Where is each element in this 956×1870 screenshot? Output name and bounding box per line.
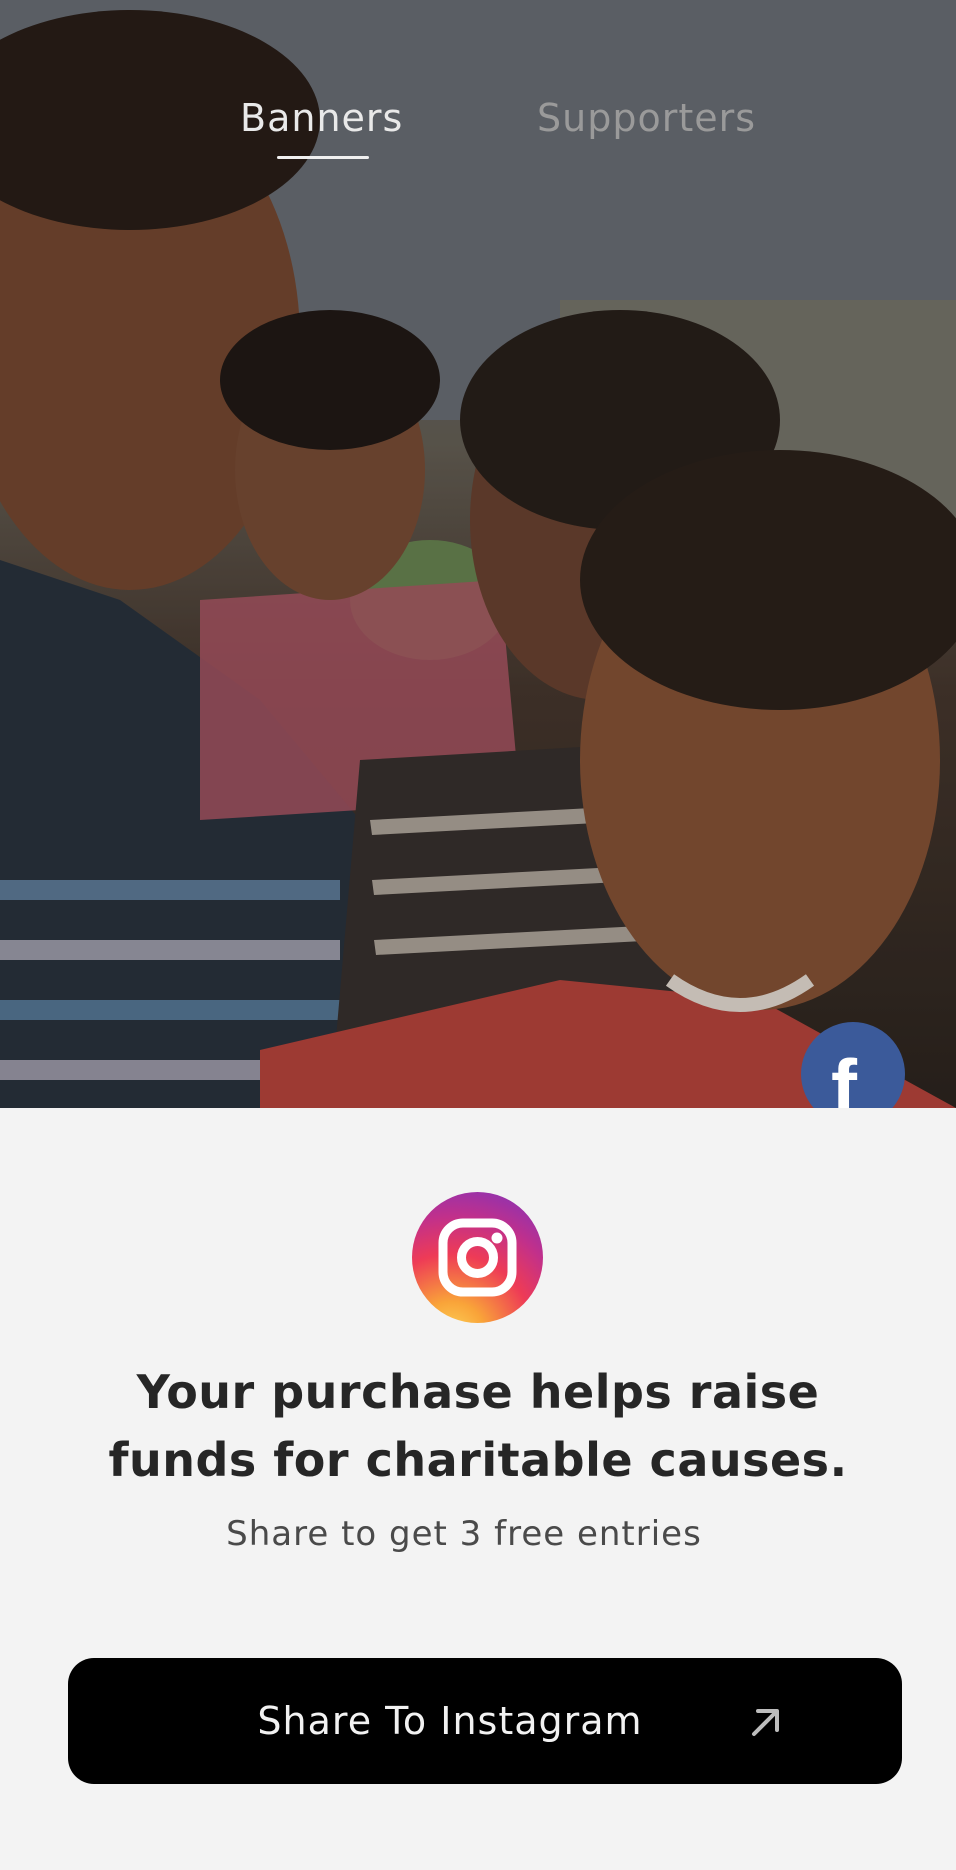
- share-subline: Share to get 3 free entries: [226, 1514, 702, 1554]
- share-sheet: Your purchase helps raise funds for char…: [0, 1108, 956, 1870]
- tab-bar: Banners Supporters: [0, 96, 956, 166]
- share-to-instagram-button[interactable]: Share To Instagram: [68, 1658, 902, 1784]
- instagram-icon: [412, 1192, 543, 1323]
- hero-photo: Banners Supporters f: [0, 0, 956, 1108]
- share-headline: Your purchase helps raise funds for char…: [108, 1365, 848, 1487]
- active-tab-indicator: [277, 156, 369, 159]
- facebook-icon: f: [831, 1043, 857, 1108]
- tab-supporters[interactable]: Supporters: [537, 96, 756, 140]
- arrow-up-right-icon: [752, 1709, 779, 1736]
- hero-shade: [0, 0, 956, 1108]
- share-button-label: Share To Instagram: [257, 1699, 643, 1743]
- tab-banners[interactable]: Banners: [240, 96, 403, 140]
